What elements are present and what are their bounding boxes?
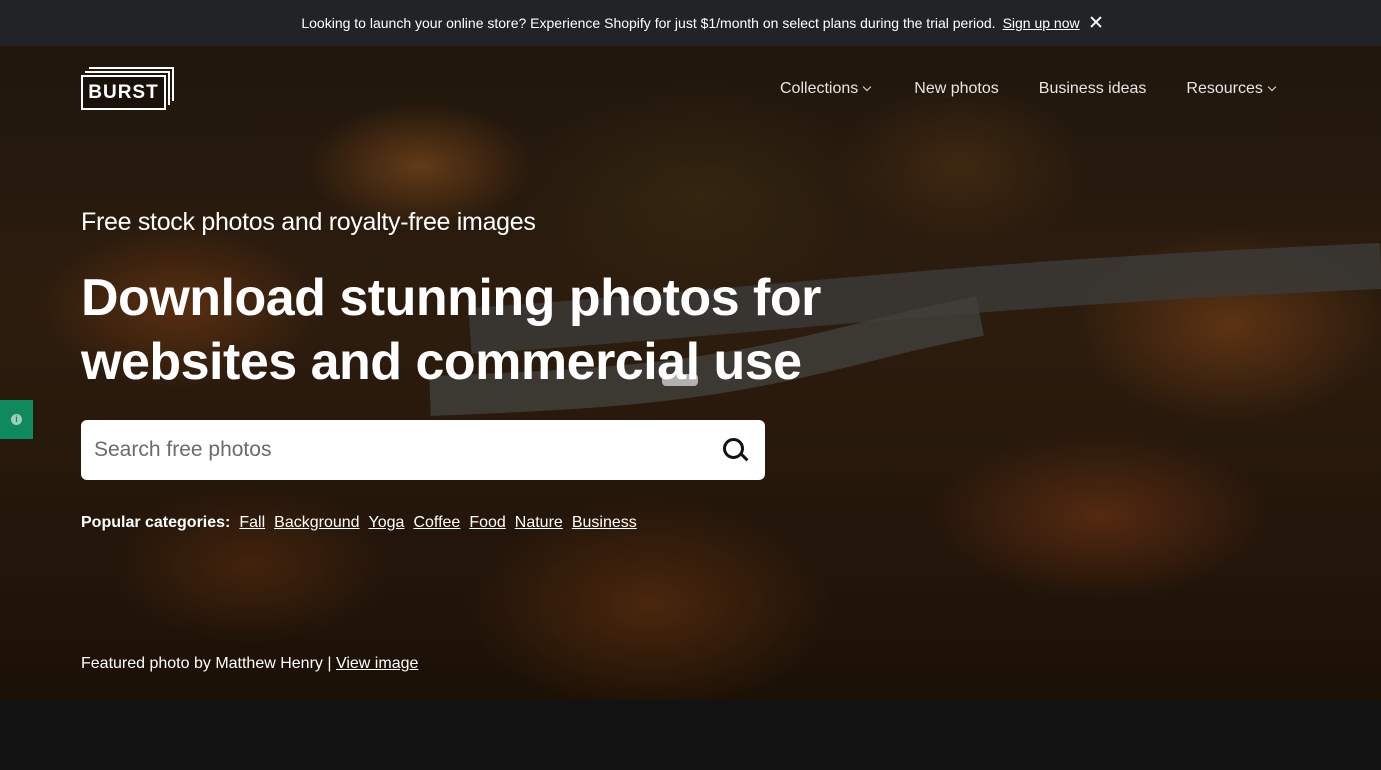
page-content-area [0, 700, 1381, 770]
photo-credit: Featured photo by Matthew Henry | View i… [81, 655, 418, 673]
category-link-nature[interactable]: Nature [515, 514, 563, 532]
burst-logo[interactable]: BURST [81, 67, 175, 111]
category-link-background[interactable]: Background [274, 514, 359, 532]
popular-categories: Popular categories: Fall Background Yoga… [81, 514, 646, 532]
search-bar [81, 420, 765, 480]
chevron-down-icon [1267, 82, 1277, 92]
category-link-food[interactable]: Food [469, 514, 505, 532]
nav-new-photos[interactable]: New photos [914, 80, 999, 98]
category-link-fall[interactable]: Fall [239, 514, 265, 532]
nav-resources[interactable]: Resources [1186, 80, 1277, 98]
view-image-link[interactable]: View image [336, 655, 418, 672]
close-icon[interactable] [1087, 13, 1105, 31]
nav-business-ideas[interactable]: Business ideas [1039, 80, 1147, 98]
category-link-coffee[interactable]: Coffee [413, 514, 460, 532]
info-icon: i [11, 414, 22, 425]
hero-section: BURST Collections New photos Business id… [0, 46, 1381, 700]
category-link-yoga[interactable]: Yoga [369, 514, 405, 532]
nav-resources-label: Resources [1186, 80, 1263, 97]
main-nav: Collections New photos Business ideas Re… [780, 80, 1277, 98]
nav-collections-label: Collections [780, 80, 859, 97]
sign-up-link[interactable]: Sign up now [1003, 15, 1080, 31]
nav-new-photos-label: New photos [914, 80, 999, 97]
announcement-message: Looking to launch your online store? Exp… [301, 15, 996, 31]
hero-subtitle: Free stock photos and royalty-free image… [81, 208, 536, 236]
announcement-bar: Looking to launch your online store? Exp… [0, 0, 1381, 46]
photo-credit-text: Featured photo by Matthew Henry | [81, 655, 332, 672]
nav-collections[interactable]: Collections [780, 80, 872, 98]
search-input[interactable] [81, 420, 705, 480]
popular-categories-label: Popular categories: [81, 514, 231, 531]
search-icon[interactable] [705, 420, 765, 480]
logo-text: BURST [81, 75, 166, 110]
side-info-tab[interactable]: i [0, 400, 33, 439]
hero-headline: Download stunning photos for websites an… [81, 269, 821, 391]
category-link-business[interactable]: Business [572, 514, 637, 532]
chevron-down-icon [863, 82, 872, 92]
nav-business-ideas-label: Business ideas [1038, 80, 1147, 97]
